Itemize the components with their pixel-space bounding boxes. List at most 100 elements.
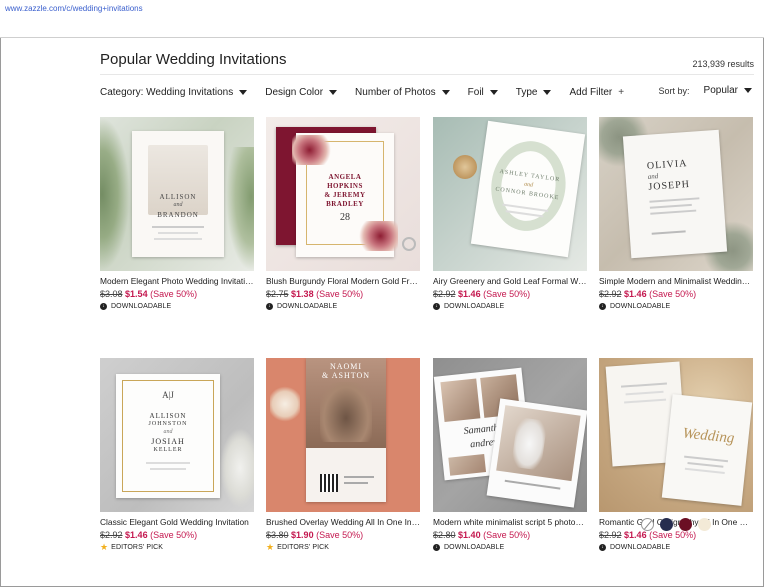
product-card[interactable]: OLIVIA and JOSEPH Simple Modern and Mini… <box>599 117 753 312</box>
savings-text: (Save 50%) <box>316 289 364 299</box>
savings-text: (Save 50%) <box>649 530 697 540</box>
filter-number-of-photos[interactable]: Number of Photos <box>355 87 450 98</box>
invite-name: JOSIAH <box>151 437 185 446</box>
product-card[interactable]: ASHLEY TAYLOR and CONNOR BROOKE Airy Gre… <box>433 117 587 312</box>
star-icon: ★ <box>100 542 109 552</box>
product-thumbnail[interactable]: OLIVIA and JOSEPH <box>599 117 753 271</box>
badge-label: EDITORS' PICK <box>277 544 330 551</box>
product-card[interactable]: ANGELA HOPKINS & JEREMY BRADLEY 28 Blush… <box>266 117 420 312</box>
download-info-icon: ↓ <box>433 544 440 551</box>
address-bar[interactable]: www.zazzle.com/c/wedding+invitations <box>0 0 764 38</box>
filter-label: Design Color <box>265 86 324 98</box>
sale-price: $1.90 <box>291 530 314 540</box>
original-price: $3.80 <box>266 530 289 540</box>
product-title[interactable]: Brushed Overlay Wedding All In One Invit… <box>266 517 420 528</box>
original-price: $2.80 <box>433 530 456 540</box>
caret-down-icon <box>543 89 552 95</box>
savings-text: (Save 50%) <box>150 530 198 540</box>
filter-label: Foil <box>467 86 484 98</box>
sale-price: $1.54 <box>125 289 148 299</box>
product-thumbnail[interactable]: Samantha andrew <box>433 358 587 512</box>
original-price: $2.75 <box>266 289 289 299</box>
burgundy-swatch[interactable] <box>679 518 692 531</box>
plus-icon: + <box>618 86 625 98</box>
product-title[interactable]: Simple Modern and Minimalist Wedding Inv… <box>599 276 753 287</box>
invite-name: KELLER <box>153 447 183 453</box>
savings-text: (Save 50%) <box>483 530 531 540</box>
product-title[interactable]: Airy Greenery and Gold Leaf Formal Weddi… <box>433 276 587 287</box>
sale-price: $1.46 <box>624 530 647 540</box>
invite-name: BRADLEY <box>326 200 364 208</box>
product-title[interactable]: Modern white minimalist script 5 photos … <box>433 517 587 528</box>
downloadable-badge: ↓ DOWNLOADABLE <box>599 542 753 553</box>
original-price: $2.92 <box>599 530 622 540</box>
product-thumbnail[interactable]: ASHLEY TAYLOR and CONNOR BROOKE <box>433 117 587 271</box>
invite-name: JOHNSTON <box>148 421 188 427</box>
url-text[interactable]: www.zazzle.com/c/wedding+invitations <box>5 4 143 13</box>
results-count: 213,939 results <box>692 59 754 69</box>
filter-design-color[interactable]: Design Color <box>265 86 338 98</box>
download-info-icon: ↓ <box>599 544 606 551</box>
filter-bar: Category: Wedding Invitations Design Col… <box>100 85 642 99</box>
product-card[interactable]: ALLISON and BRANDON Modern Elegant Photo… <box>100 117 254 312</box>
invite-name: ANGELA <box>328 173 362 181</box>
product-price: $3.80 $1.90 (Save 50%) <box>266 529 420 541</box>
product-price: $3.08 $1.54 (Save 50%) <box>100 288 254 300</box>
product-card[interactable]: A|J ALLISON JOHNSTON and JOSIAH KELLER C… <box>100 358 254 553</box>
invite-script-title: Wedding <box>681 425 736 447</box>
sort-control[interactable]: Sort by: Popular <box>659 85 752 96</box>
invite-monogram: A|J <box>162 390 174 400</box>
sale-price: $1.46 <box>624 289 647 299</box>
page-title: Popular Wedding Invitations <box>100 51 287 68</box>
caret-down-icon <box>239 89 248 95</box>
product-title[interactable]: Classic Elegant Gold Wedding Invitation <box>100 517 254 528</box>
product-card[interactable]: Samantha andrew Modern white minimalist … <box>433 358 587 553</box>
badge-label: EDITORS' PICK <box>111 544 164 551</box>
filter-label: Type <box>515 86 538 98</box>
product-thumbnail[interactable]: NAOMI & ASHTON <box>266 358 420 512</box>
invite-name: and <box>163 429 173 435</box>
downloadable-badge: ↓ DOWNLOADABLE <box>433 542 587 553</box>
filter-type[interactable]: Type <box>516 87 552 98</box>
product-price: $2.92 $1.46 (Save 50%) <box>433 288 587 300</box>
caret-down-icon <box>744 88 752 93</box>
product-title[interactable]: Modern Elegant Photo Wedding Invitation <box>100 276 254 287</box>
downloadable-badge: ↓ DOWNLOADABLE <box>599 301 753 312</box>
none-swatch[interactable] <box>641 518 654 531</box>
color-swatches <box>641 518 717 531</box>
invite-name: ALLISON <box>159 193 197 201</box>
ivory-swatch[interactable] <box>698 518 711 531</box>
add-filter-button[interactable]: Add Filter + <box>569 87 624 98</box>
original-price: $2.92 <box>433 289 456 299</box>
original-price: $2.92 <box>100 530 123 540</box>
editors-pick-badge: ★ EDITORS' PICK <box>100 542 254 553</box>
sort-value[interactable]: Popular <box>704 85 738 96</box>
header-divider <box>100 74 754 75</box>
badge-label: DOWNLOADABLE <box>610 544 671 551</box>
invite-name: NAOMI <box>329 362 363 371</box>
navy-swatch[interactable] <box>660 518 673 531</box>
star-icon: ★ <box>266 542 275 552</box>
filter-label: Number of Photos <box>355 86 436 98</box>
product-thumbnail[interactable]: Wedding <box>599 358 753 512</box>
download-info-icon: ↓ <box>599 303 606 310</box>
savings-text: (Save 50%) <box>649 289 697 299</box>
caret-down-icon <box>441 89 450 95</box>
product-thumbnail[interactable]: A|J ALLISON JOHNSTON and JOSIAH KELLER <box>100 358 254 512</box>
product-card[interactable]: NAOMI & ASHTON Brushed Overlay Wedding A… <box>266 358 420 553</box>
savings-text: (Save 50%) <box>316 530 364 540</box>
caret-down-icon <box>489 89 498 95</box>
invite-name: BRANDON <box>157 211 199 219</box>
download-info-icon: ↓ <box>433 303 440 310</box>
download-info-icon: ↓ <box>266 303 273 310</box>
filter-category[interactable]: Category: Wedding Invitations <box>100 87 248 98</box>
filter-label: Add Filter <box>569 86 613 98</box>
invite-name: OLIVIA <box>646 158 688 172</box>
product-thumbnail[interactable]: ANGELA HOPKINS & JEREMY BRADLEY 28 <box>266 117 420 271</box>
product-thumbnail[interactable]: ALLISON and BRANDON <box>100 117 254 271</box>
product-title[interactable]: Blush Burgundy Floral Modern Gold Frame … <box>266 276 420 287</box>
product-price: $2.75 $1.38 (Save 50%) <box>266 288 420 300</box>
caret-down-icon <box>329 89 338 95</box>
filter-foil[interactable]: Foil <box>468 87 498 98</box>
invite-date: 28 <box>340 212 350 223</box>
